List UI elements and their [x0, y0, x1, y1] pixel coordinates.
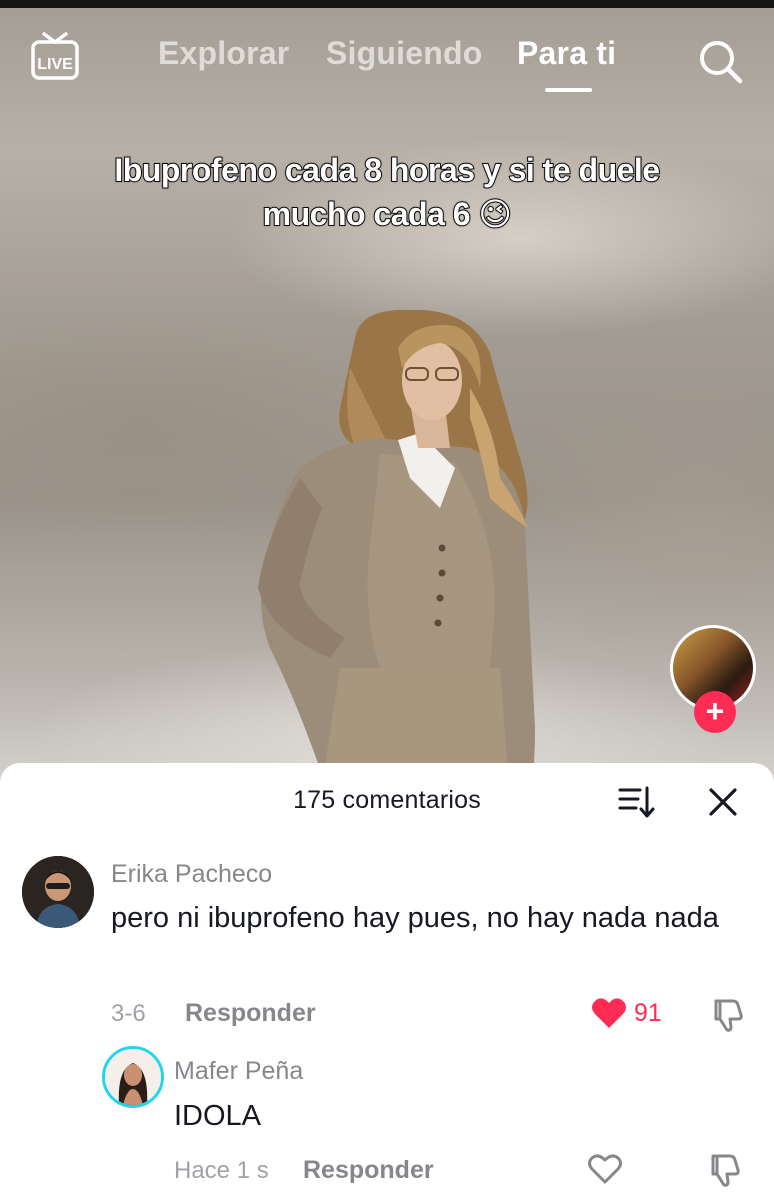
avatar[interactable] [102, 1046, 164, 1108]
video-player[interactable] [0, 8, 774, 798]
comments-sheet: 175 comentarios Erika Pacheco pero ni ib… [0, 763, 774, 1200]
tab-para-ti[interactable]: Para ti [517, 35, 616, 72]
svg-text:LIVE: LIVE [37, 56, 73, 73]
caption-line-1: Ibuprofeno cada 8 horas y si te duele [113, 151, 661, 189]
reply-button[interactable]: Responder [303, 1156, 434, 1185]
plus-icon[interactable]: + [694, 691, 736, 733]
comment-time: 3-6 [111, 1000, 146, 1027]
search-icon[interactable] [697, 38, 743, 84]
comment-author[interactable]: Mafer Peña [174, 1057, 303, 1086]
sort-icon[interactable] [618, 785, 656, 819]
dislike-icon[interactable] [706, 1152, 742, 1188]
comment-time: Hace 1 s [174, 1157, 269, 1184]
tab-explorar[interactable]: Explorar [158, 35, 289, 72]
comment-author[interactable]: Erika Pacheco [111, 860, 272, 889]
heart-outline-icon[interactable] [587, 1153, 623, 1185]
top-navigation: LIVE Explorar Siguiendo Para ti [0, 8, 774, 98]
close-icon[interactable] [708, 787, 738, 817]
status-bar [0, 0, 774, 8]
avatar[interactable] [22, 856, 94, 928]
active-tab-indicator [545, 88, 592, 92]
live-tv-icon[interactable]: LIVE [30, 30, 80, 82]
like-count: 91 [634, 999, 662, 1027]
comment-text: pero ni ibuprofeno hay pues, no hay nada… [111, 902, 719, 934]
heart-filled-icon[interactable] [591, 997, 627, 1029]
video-person-figure [258, 309, 535, 798]
tab-siguiendo[interactable]: Siguiendo [326, 35, 482, 72]
dislike-icon[interactable] [709, 997, 745, 1033]
comments-count-title: 175 comentarios [293, 786, 481, 814]
tiktok-screen: LIVE Explorar Siguiendo Para ti Ibuprofe… [0, 0, 774, 1200]
comment-text: IDOLA [174, 1100, 262, 1132]
caption-line-2: mucho cada 6 😉 [262, 195, 513, 233]
video-caption: Ibuprofeno cada 8 horas y si te duele mu… [60, 148, 714, 236]
reply-button[interactable]: Responder [185, 999, 316, 1028]
